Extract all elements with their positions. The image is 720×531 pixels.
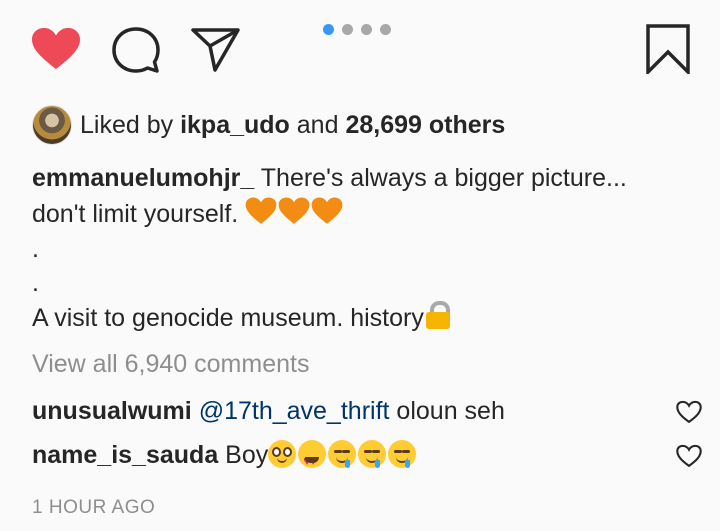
comment-text: name_is_sauda Boy	[32, 440, 418, 479]
likes-summary[interactable]: Liked by ikpa_udo and 28,699 others	[32, 103, 505, 147]
comment-mention[interactable]: @17th_ave_thrift	[199, 397, 390, 425]
comment-heart-outline-icon[interactable]	[676, 442, 702, 478]
bookmark-save-icon[interactable]	[646, 24, 690, 74]
comment-row: name_is_sauda Boy	[32, 437, 702, 479]
post-caption: emmanuelumohjr_ There's always a bigger …	[32, 160, 712, 336]
liker-username[interactable]: ikpa_udo	[180, 111, 290, 139]
post-action-bar	[0, 0, 720, 100]
like-heart-icon[interactable]	[31, 27, 81, 71]
view-all-comments-link[interactable]: View all 6,940 comments	[32, 350, 309, 379]
likes-others-count[interactable]: 28,699 others	[345, 111, 505, 139]
caption-text-3: A visit to genocide museum. history	[32, 304, 424, 332]
likes-joiner: and	[296, 110, 339, 139]
carousel-dot	[342, 23, 353, 35]
pleading-face-emoji-icon	[268, 440, 297, 468]
heart-eyes-emoji-icon	[298, 440, 327, 479]
orange-hearts-emoji	[245, 197, 344, 228]
drooling-face-emoji-icon	[328, 440, 357, 468]
caption-text-1: There's always a bigger picture...	[260, 164, 627, 192]
caption-line-3: A visit to genocide museum. history	[32, 300, 712, 336]
comment-row: unusualwumi @17th_ave_thrift oloun seh	[32, 393, 702, 429]
comment-username[interactable]: name_is_sauda	[32, 441, 218, 469]
comment-heart-outline-icon[interactable]	[676, 398, 702, 434]
caption-dot-2: .	[32, 269, 39, 297]
comment-text: unusualwumi @17th_ave_thrift oloun seh	[32, 397, 505, 425]
caption-line-2: don't limit yourself.	[32, 196, 712, 232]
caption-line-1: emmanuelumohjr_ There's always a bigger …	[32, 160, 712, 196]
likes-prefix: Liked by	[80, 110, 174, 139]
comment-body: Boy	[225, 441, 269, 469]
drooling-face-emoji-icon	[388, 440, 417, 468]
share-paper-plane-icon[interactable]	[191, 27, 241, 73]
liker-avatar[interactable]	[32, 105, 72, 145]
carousel-indicator	[323, 23, 391, 35]
comment-icon[interactable]	[111, 26, 161, 74]
carousel-dot	[380, 23, 391, 35]
caption-text-2: don't limit yourself.	[32, 200, 239, 228]
lock-emoji-icon	[425, 301, 450, 329]
carousel-dot	[361, 23, 372, 35]
comment-username[interactable]: unusualwumi	[32, 397, 192, 425]
drooling-face-emoji-icon	[358, 440, 387, 468]
carousel-dot-active	[323, 23, 334, 35]
likes-text: Liked by ikpa_udo and 28,699 others	[80, 111, 505, 140]
comment-body: oloun seh	[396, 397, 505, 425]
post-timestamp: 1 HOUR AGO	[32, 497, 156, 518]
caption-username[interactable]: emmanuelumohjr_	[32, 164, 254, 192]
caption-dot-1: .	[32, 235, 39, 263]
